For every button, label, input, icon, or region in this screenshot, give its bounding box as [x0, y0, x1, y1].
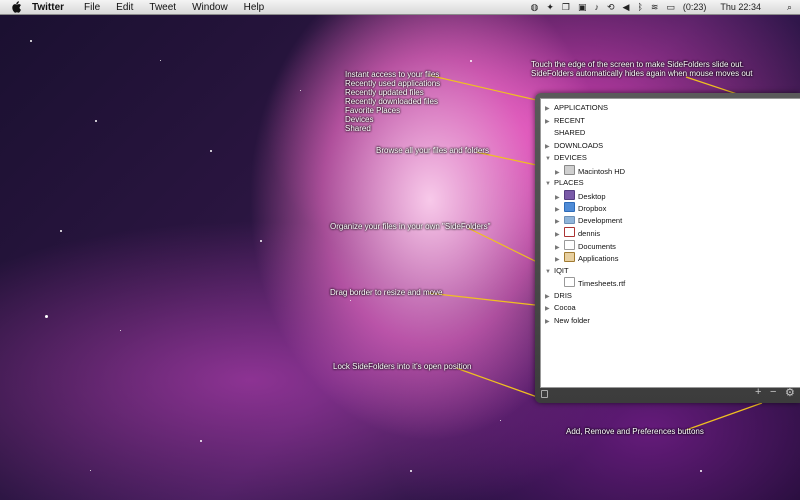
remove-button[interactable]: − [770, 386, 776, 398]
tree-item-label: DOWNLOADS [554, 140, 604, 150]
edge-annotation: Touch the edge of the screen to make Sid… [531, 60, 752, 78]
instant-line-4: Recently downloaded files [345, 97, 438, 106]
drag-annotation: Drag border to resize and move [330, 288, 443, 297]
edge-annotation-line-2: SideFolders automatically hides again wh… [531, 69, 753, 78]
sidefolders-panel[interactable]: ▶ APPLICATIONS ▶ RECENT SHARED ▶ DOWNLOADS … [535, 93, 800, 403]
tree-item-iqit[interactable]: ▼ IQIT [545, 265, 625, 278]
tree-item-applications[interactable]: ▶ APPLICATIONS [545, 102, 625, 115]
tree-item-applications-folder[interactable]: ▶ Applications [545, 252, 625, 265]
tree-item-dropbox[interactable]: ▶ Dropbox [545, 202, 625, 215]
instant-line-7: Shared [345, 124, 371, 133]
tree-item-label: APPLICATIONS [554, 103, 609, 112]
instant-line-5: Favorite Places [345, 106, 401, 115]
tree-item-label: Desktop [578, 191, 606, 201]
preferences-gear-icon[interactable]: ⚙ [785, 386, 795, 399]
folder-tree-view[interactable]: ▶ APPLICATIONS ▶ RECENT SHARED ▶ DOWNLOADS … [540, 98, 800, 388]
tree-item-label: Documents [578, 241, 616, 251]
tree-item-cocoa[interactable]: ▶ Cocoa [545, 302, 625, 315]
instant-line-1: Instant access to your files [345, 70, 440, 79]
tree-item-label: RECENT [554, 115, 585, 125]
tree-item-documents[interactable]: ▶ Documents [545, 239, 625, 253]
tree-item-label: Cocoa [554, 303, 576, 312]
tree-item-label: IQIT [554, 265, 569, 275]
tree-item-desktop[interactable]: ▶ Desktop [545, 189, 625, 203]
tree-item-label: DEVICES [554, 153, 587, 162]
dropbox-folder-icon [564, 202, 575, 212]
folder-icon [564, 215, 575, 224]
home-icon [564, 227, 575, 237]
edge-annotation-line-1: Touch the edge of the screen to make Sid… [531, 60, 745, 69]
tree-item-label: Timesheets.rtf [578, 279, 626, 288]
instant-line-3: Recently updated files [345, 88, 424, 97]
panel-bottom-bar: + − ⚙ [535, 386, 800, 403]
hard-disk-icon [564, 164, 575, 175]
tree-item-downloads[interactable]: ▶ DOWNLOADS [545, 140, 625, 153]
tree-item-recent[interactable]: ▶ RECENT [545, 115, 625, 128]
organize-pointer-line [467, 227, 544, 266]
browse-annotation: Browse all your files and folders [376, 146, 489, 155]
tree-item-label: DRIS [554, 290, 572, 300]
desktop-folder-icon [564, 189, 575, 200]
tree-item-places[interactable]: ▼ PLACES [545, 177, 625, 190]
buttons-pointer-line [685, 402, 763, 431]
tree-item-label: Applications [578, 254, 619, 263]
lock-annotation: Lock SideFolders into it's open position [333, 362, 472, 371]
tree-item-devices[interactable]: ▼ DEVICES [545, 152, 625, 165]
rtf-document-icon [564, 277, 575, 287]
tree-item-label: PLACES [554, 178, 584, 187]
tree-item-dris[interactable]: ▶ DRIS [545, 290, 625, 303]
tree-item-timesheets[interactable]: Timesheets.rtf [545, 277, 625, 290]
tree-item-label: SHARED [554, 128, 586, 137]
lock-pointer-line [455, 367, 541, 399]
lock-icon[interactable] [541, 390, 548, 398]
tree-item-label: New folder [554, 315, 590, 325]
tree-item-label: dennis [578, 229, 601, 238]
add-button[interactable]: + [755, 386, 761, 398]
tree-item-development[interactable]: ▶ Development [545, 215, 625, 228]
tree-item-dennis[interactable]: ▶ dennis [545, 227, 625, 240]
tree-item-new-folder[interactable]: ▶ New folder [545, 315, 625, 328]
tree-item-macintosh-hd[interactable]: ▶ Macintosh HD [545, 164, 626, 178]
tree-item-label: Dropbox [578, 204, 607, 213]
tree-item-label: Macintosh HD [578, 166, 626, 176]
tree-item-label: Development [578, 215, 623, 225]
instant-line-6: Devices [345, 115, 374, 124]
instant-line-2: Recently used applications [345, 79, 441, 88]
instant-pointer-line [427, 74, 546, 103]
drag-pointer-line [427, 292, 536, 306]
documents-folder-icon [564, 239, 575, 250]
folder-tree: ▶ APPLICATIONS ▶ RECENT SHARED ▶ DOWNLOADS … [545, 102, 625, 327]
organize-annotation: Organize your files in your own "SideFol… [330, 222, 491, 231]
applications-folder-icon [564, 252, 575, 262]
disclosure-triangle[interactable]: ▶ [545, 316, 554, 329]
tree-item-shared[interactable]: SHARED [545, 127, 625, 140]
instant-annotation: Instant access to your files Recently us… [345, 70, 440, 133]
buttons-annotation: Add, Remove and Preferences buttons [566, 427, 704, 436]
